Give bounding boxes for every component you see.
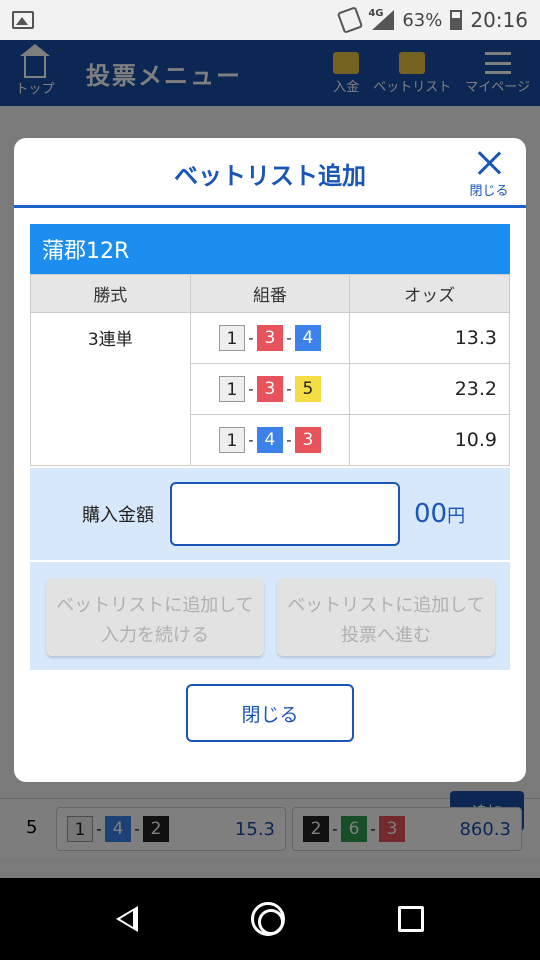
- header-odds: オッズ: [349, 274, 510, 313]
- button-line: ベットリストに追加して: [56, 595, 254, 616]
- close-icon: [476, 150, 502, 176]
- close-button[interactable]: 閉じる: [186, 684, 354, 742]
- boat-box: 4: [294, 325, 321, 351]
- gallery-icon: [12, 11, 34, 29]
- clock: 20:16: [470, 8, 528, 32]
- combination: 1-3-4: [189, 312, 351, 364]
- odds-value: 23.2: [349, 363, 510, 415]
- race-name: 蒲郡12R: [30, 224, 510, 274]
- amount-suffix: 00円: [414, 499, 465, 529]
- network-type: 4G: [368, 8, 384, 19]
- combination: 1-3-5: [189, 363, 351, 415]
- header-bet-type: 勝式: [30, 274, 191, 313]
- table-row: 3連単 1-3-4 13.3: [30, 312, 510, 466]
- boat-box: 1: [218, 376, 245, 402]
- close-top-button[interactable]: 閉じる: [466, 150, 512, 199]
- boat-box: 5: [294, 376, 321, 402]
- amount-unit: 円: [447, 506, 466, 527]
- odds-value: 10.9: [349, 414, 510, 466]
- boat-box: 4: [256, 427, 283, 453]
- combination: 1-4-3: [189, 414, 351, 466]
- back-icon[interactable]: [116, 906, 139, 932]
- betlist-add-dialog: ベットリスト追加 閉じる 蒲郡12R 勝式 組番 オッズ 3連単 1-3-4 1…: [14, 138, 526, 782]
- boat-box: 1: [218, 325, 245, 351]
- recent-apps-icon[interactable]: [397, 906, 424, 932]
- bet-type: 3連単: [30, 312, 191, 466]
- odds-value: 13.3: [349, 312, 510, 364]
- amount-section: 購入金額 00円: [30, 468, 510, 560]
- bet-table: 勝式 組番 オッズ 3連単 1-3-4 13.3 1-3-5 23.2 1-4-…: [30, 274, 510, 466]
- add-and-continue-button[interactable]: ベットリストに追加して 入力を続ける: [46, 578, 264, 656]
- dialog-header: ベットリスト追加 閉じる: [14, 138, 526, 208]
- action-buttons: ベットリストに追加して 入力を続ける ベットリストに追加して 投票へ進む: [30, 562, 510, 670]
- status-bar: 4G 63% 20:16: [0, 0, 540, 40]
- button-line: 入力を続ける: [101, 625, 209, 646]
- battery-percent: 63%: [402, 9, 443, 31]
- signal-icon: 4G: [368, 8, 395, 30]
- add-and-vote-button[interactable]: ベットリストに追加して 投票へ進む: [277, 578, 495, 656]
- header-combination: 組番: [189, 274, 351, 313]
- boat-box: 3: [294, 427, 321, 453]
- amount-suffix-digits: 00: [414, 499, 448, 529]
- boat-box: 3: [256, 325, 283, 351]
- boat-box: 3: [256, 376, 283, 402]
- navigation-bar: [0, 878, 540, 960]
- phone-vibrate-icon: [337, 6, 364, 34]
- button-line: 投票へ進む: [341, 625, 431, 646]
- boat-box: 1: [218, 427, 245, 453]
- battery-icon: [450, 10, 463, 30]
- dialog-title: ベットリスト追加: [174, 162, 366, 190]
- amount-label: 購入金額: [82, 505, 154, 526]
- home-circle-icon[interactable]: [250, 902, 285, 936]
- close-top-label: 閉じる: [469, 184, 509, 199]
- amount-input[interactable]: [170, 482, 400, 546]
- button-line: ベットリストに追加して: [287, 595, 485, 616]
